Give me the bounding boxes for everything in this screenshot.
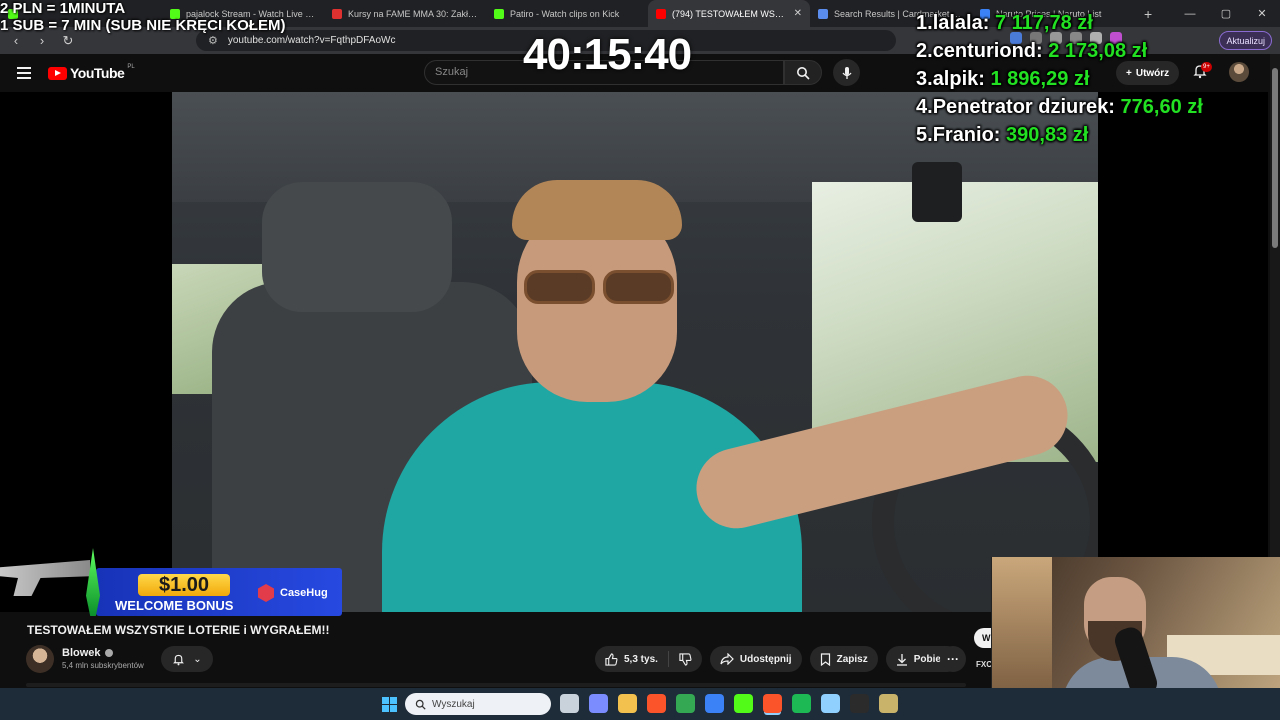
bell-icon [173,654,185,665]
bonus-amount: $1.00 [138,574,230,596]
share-label: Udostępnij [739,653,792,665]
thumbs-up-icon [605,652,618,666]
save-label: Zapisz [836,653,868,665]
youtube-play-icon [48,66,67,80]
windows-taskbar: Wyszukaj [0,688,1280,720]
verified-icon [104,649,113,657]
leaderboard-row: 3.alpik: 1 896,29 zł [916,68,1090,90]
subathon-timer: 40:15:40 [523,30,692,79]
taskbar-apps [560,694,898,713]
tab-label: Patiro - Watch clips on Kick [510,8,620,19]
taskbar-search-placeholder: Wyszukaj [432,698,475,710]
region-code: PL [127,64,135,70]
donation-rule: 2 PLN = 1MINUTA [0,0,126,17]
leaderboard-row: 2.centuriond: 2 173,08 zł [916,40,1148,62]
donation-rule: 1 SUB = 7 MIN (SUB NIE KRĘCI KOŁEM) [0,17,286,34]
casehug-bonus-banner: $1.00 WELCOME BONUS CaseHug [0,548,342,620]
save-button[interactable]: Zapisz [809,646,878,672]
bonus-text: WELCOME BONUS [115,598,234,613]
screen: pajalock Stream - Watch Live on Kick Kur… [0,0,1280,720]
microphone-icon [841,66,852,79]
copilot-icon[interactable] [589,694,608,713]
forward-arrow-icon[interactable]: › [34,33,50,48]
windows-start-icon[interactable] [382,697,397,712]
back-arrow-icon[interactable]: ‹ [8,33,24,48]
search-button[interactable] [784,60,822,85]
share-icon [720,653,734,665]
store-icon[interactable] [705,694,724,713]
chevron-down-icon: ⌄ [193,653,202,665]
url-text: youtube.com/watch?v=FqthpDFAoWc [227,35,396,46]
youtube-favicon-icon [656,8,666,19]
tab-youtube-active[interactable]: (794) TESTOWAŁEM WSZYST ✕ [648,0,810,27]
channel-avatar[interactable] [26,645,54,673]
bookmark-icon [820,652,830,666]
leaderboard-row: 4.Penetrator dziurek: 776,60 zł [916,96,1203,118]
subscriber-count: 5,4 mln subskrybentów [62,661,144,670]
tab-label: Kursy na FAME MMA 30: Zakłady na [348,8,478,19]
casehug-icon [258,584,274,602]
like-dislike-group: 5,3 tys. [595,646,702,672]
youtube-wordmark: YouTube [70,65,125,81]
tab-label: (794) TESTOWAŁEM WSZYST [672,8,788,19]
obs-icon[interactable] [850,694,869,713]
file-explorer-icon[interactable] [618,694,637,713]
close-window-icon[interactable]: ✕ [1244,7,1280,20]
donation-rules: 2 PLN = 1MINUTA 1 SUB = 7 MIN (SUB NIE K… [0,0,285,34]
update-button[interactable]: Aktualizuj [1219,31,1272,50]
more-horizontal-icon: ··· [947,652,959,666]
kick-favicon-icon [494,8,504,19]
account-avatar[interactable] [1229,62,1249,82]
download-icon [896,653,907,666]
task-view-icon[interactable] [560,694,579,713]
scrollbar-thumb[interactable] [1272,68,1278,248]
subscribed-button[interactable]: ⌄ [161,646,213,672]
leaderboard-row: 5.Franio: 390,83 zł [916,124,1089,146]
brave-icon[interactable] [647,694,666,713]
notepad-icon[interactable] [821,694,840,713]
video-title: TESTOWAŁEM WSZYSTKIE LOTERIE i WYGRAŁEM!… [27,623,330,637]
video-frame [172,92,1098,612]
cardmarket-favicon-icon [818,8,828,19]
like-button[interactable]: 5,3 tys. [595,651,669,667]
chrome-icon[interactable] [676,694,695,713]
casehug-logo: CaseHug [258,584,328,602]
site-info-icon[interactable]: ⚙ [208,34,218,47]
sts-favicon-icon [332,8,342,19]
leaderboard-row: 1.lalala: 7 117,78 zł [916,12,1093,34]
extra-app-icon[interactable] [879,694,898,713]
video-player[interactable] [0,92,1268,612]
close-tab-icon[interactable]: ✕ [794,8,802,19]
pistol-icon [0,560,90,596]
kick-icon[interactable] [734,694,753,713]
share-button[interactable]: Udostępnij [709,646,802,672]
spotify-icon[interactable] [792,694,811,713]
hamburger-menu-icon[interactable] [17,67,31,79]
search-icon [415,699,426,710]
youtube-logo[interactable]: YouTube PL [48,64,135,81]
more-actions-button[interactable]: ··· [940,646,966,672]
tab-kick-patiro[interactable]: Patiro - Watch clips on Kick [486,0,648,27]
taskbar-search[interactable]: Wyszukaj [405,693,551,715]
reload-icon[interactable]: ↻ [60,33,76,49]
dislike-button[interactable] [669,652,702,666]
like-count: 5,3 tys. [624,653,658,665]
maximize-icon[interactable]: ▢ [1208,7,1244,20]
tab-fame-mma[interactable]: Kursy na FAME MMA 30: Zakłady na [324,0,486,27]
description-bar [26,683,966,687]
channel-name[interactable]: Blowek [62,647,113,659]
search-icon [797,66,810,80]
knife-icon [86,548,100,616]
video-actions: 5,3 tys. Udostępnij Zapisz Pobierz [595,646,960,672]
thumbs-down-icon [679,652,692,666]
related-video-label[interactable]: FXC [976,660,992,669]
brave-active-icon[interactable] [763,694,782,713]
voice-search-button[interactable] [833,59,860,86]
donation-leaderboard: 1.lalala: 7 117,78 zł 2.centuriond: 2 17… [916,9,1203,149]
